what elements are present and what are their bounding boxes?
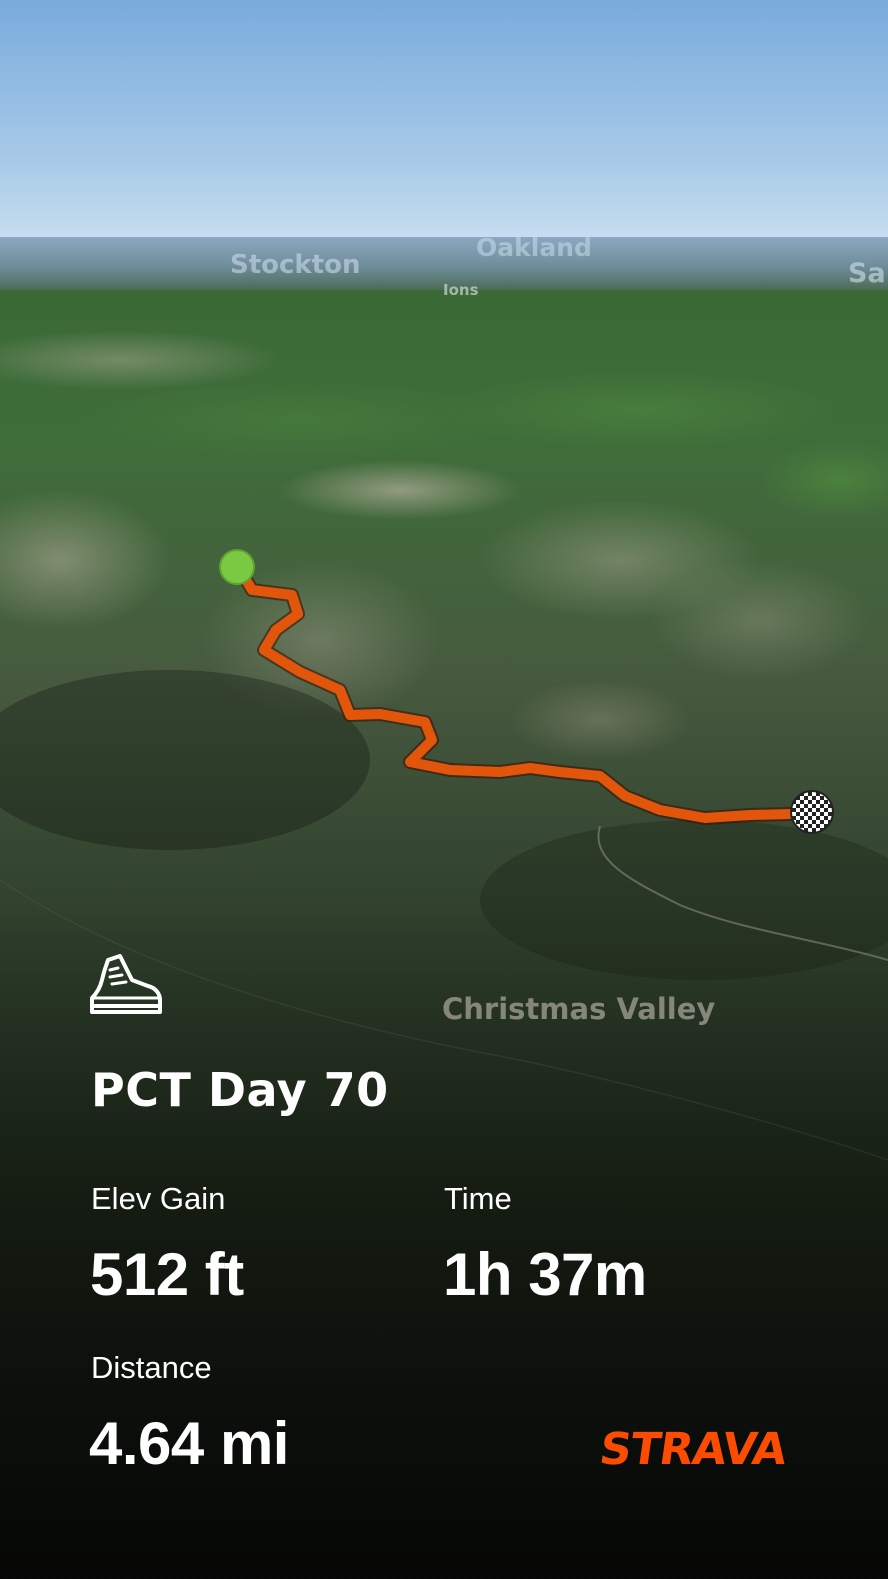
hiking-boot-icon <box>90 954 162 1014</box>
finish-marker <box>790 790 834 834</box>
time-label: Time <box>444 1181 512 1216</box>
elev-gain-label: Elev Gain <box>91 1181 226 1216</box>
map-label-christmas-valley: Christmas Valley <box>442 992 716 1026</box>
elev-gain-value: 512 ft <box>90 1241 244 1308</box>
distance-value: 4.64 mi <box>89 1410 289 1477</box>
start-marker <box>219 549 255 585</box>
map-label-oakland: Oakland <box>476 233 592 262</box>
terrain-map <box>0 0 888 1579</box>
sky <box>0 0 888 237</box>
time-value: 1h 37m <box>443 1241 647 1308</box>
strava-logo: STRAVA <box>596 1424 790 1475</box>
activity-title: PCT Day 70 <box>91 1063 389 1117</box>
activity-share-card: Stockton Oakland Ions Sa Christmas Valle… <box>0 0 888 1579</box>
distance-label: Distance <box>91 1350 212 1385</box>
map-label-stockton: Stockton <box>230 250 361 280</box>
map-label-ions: Ions <box>443 281 479 299</box>
map-label-sa: Sa <box>848 258 886 289</box>
